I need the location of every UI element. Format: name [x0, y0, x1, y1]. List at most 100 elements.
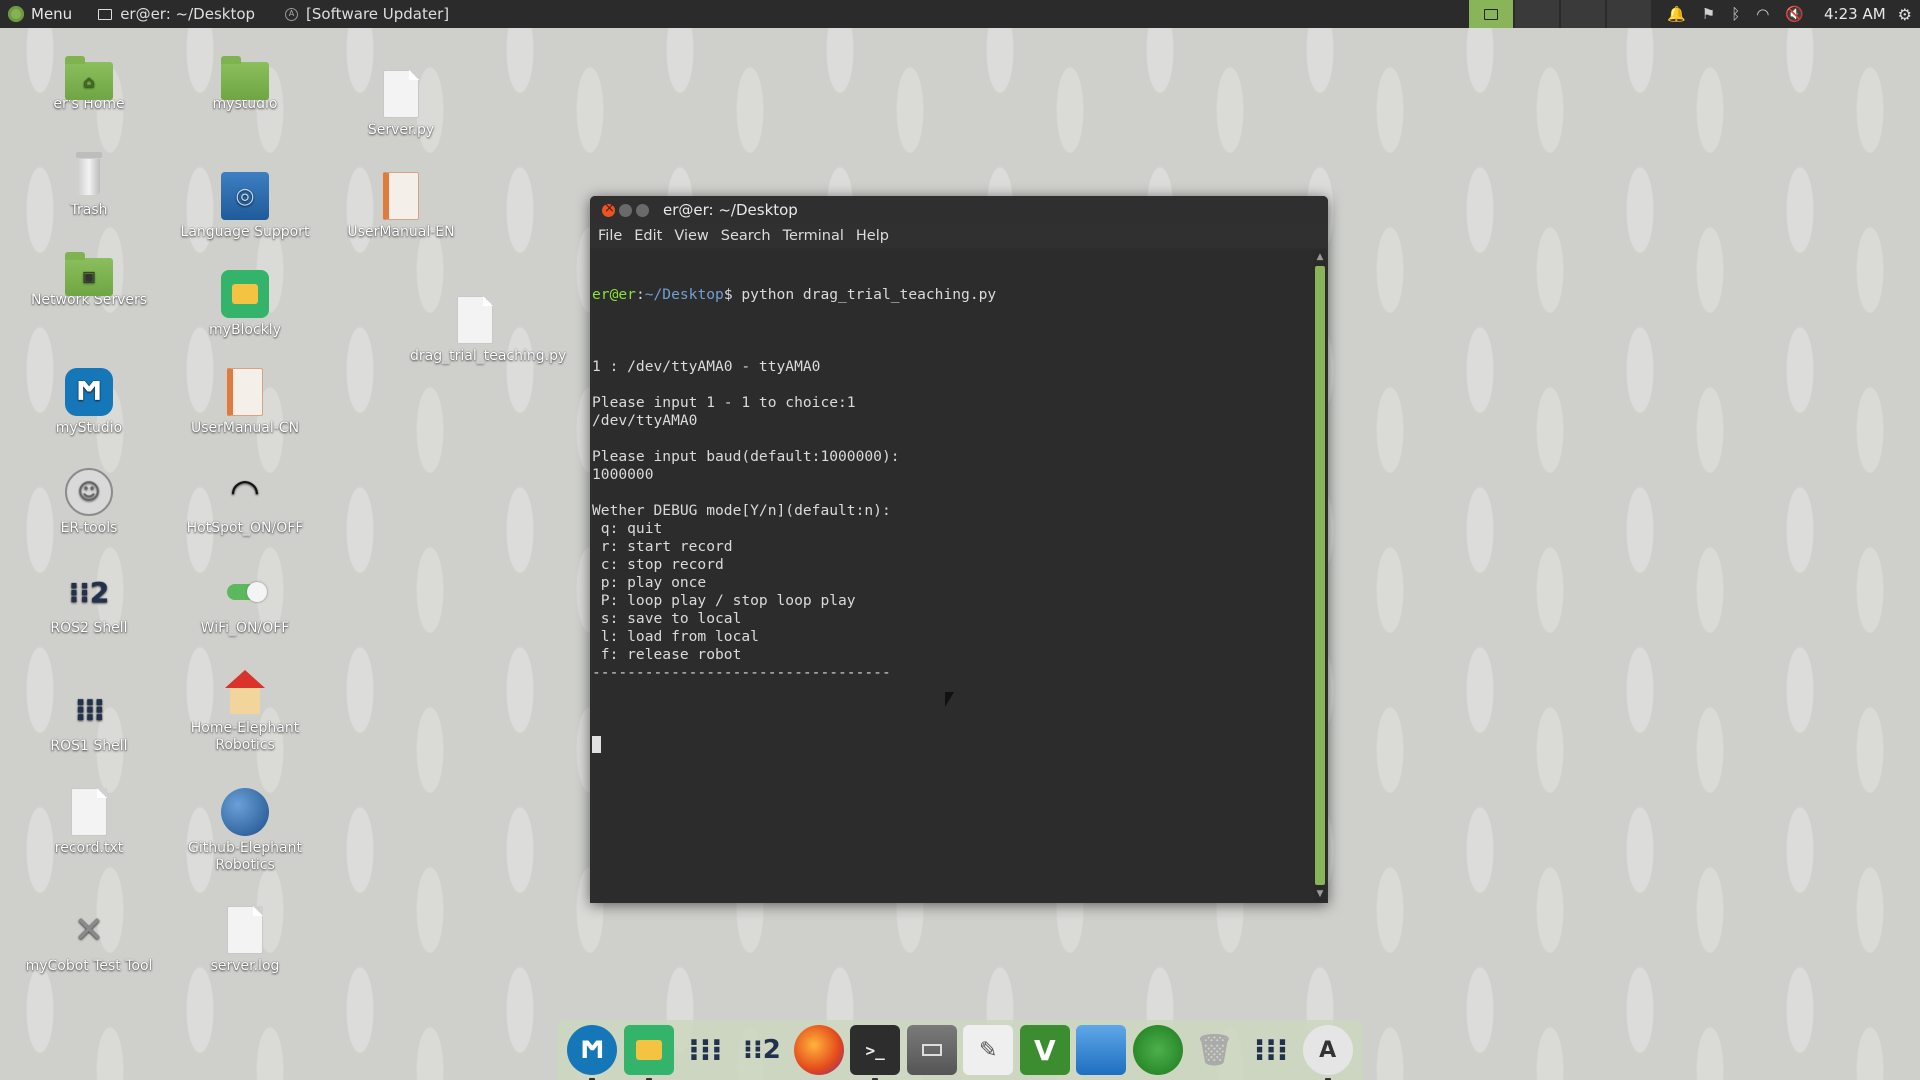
workspace-1[interactable]: [1469, 0, 1514, 28]
minimize-button[interactable]: [619, 203, 632, 217]
desktop-icon-drag-trial-teaching[interactable]: drag_trial_teaching.py: [400, 296, 567, 365]
menu-label: Menu: [31, 5, 73, 23]
terminal-line: f: release robot: [592, 646, 742, 663]
menu-search[interactable]: Search: [721, 228, 771, 244]
document-icon: [383, 172, 419, 220]
dock-window-icon[interactable]: [1076, 1025, 1127, 1075]
dock-firefox-icon[interactable]: [793, 1025, 844, 1075]
dock-ros2-shell-icon[interactable]: ⁝⁝2: [737, 1025, 787, 1075]
desktop-icon-label: drag_trial_teaching.py: [410, 348, 567, 364]
desktop-icon-label: ROS1 Shell: [50, 738, 128, 754]
menu-terminal[interactable]: Terminal: [783, 228, 844, 244]
text-file-icon: [71, 788, 107, 836]
dock-software-updater-icon[interactable]: A: [1302, 1025, 1353, 1080]
desktop-icon-label: ER-tools: [60, 520, 118, 536]
python-file-icon: [383, 70, 419, 118]
desktop-icon-home[interactable]: ⌂ er's Home: [14, 54, 164, 113]
window-title: er@er: ~/Desktop: [663, 201, 798, 219]
wifi-icon[interactable]: ◠: [1756, 5, 1769, 23]
scroll-down-icon[interactable]: ▼: [1314, 887, 1326, 901]
dock-mystudio-icon[interactable]: Ϻ: [567, 1025, 618, 1080]
dock-trash-icon[interactable]: 🗑: [1189, 1025, 1239, 1075]
desktop-icon-mystudio-folder[interactable]: mystudio: [170, 54, 320, 113]
desktop-icon-ros2-shell[interactable]: ⁝⁝2 ROS2 Shell: [14, 568, 164, 637]
prompt-line: er@er:~/Desktop$ python drag_trial_teach…: [592, 286, 1314, 304]
terminal-output[interactable]: er@er:~/Desktop$ python drag_trial_teach…: [592, 250, 1314, 901]
desktop-icon-ros1-shell[interactable]: ⁝⁝⁝ ROS1 Shell: [14, 686, 164, 755]
desktop-icon-network-servers[interactable]: ▣ Network Servers: [14, 250, 164, 309]
desktop-icon-github-elephant[interactable]: Github-Elephant Robotics: [170, 788, 320, 874]
taskbar-item-terminal[interactable]: er@er: ~/Desktop: [86, 0, 273, 28]
menu-view[interactable]: View: [674, 228, 708, 244]
maximize-button[interactable]: [636, 203, 649, 217]
terminal-line: Please input 1 - 1 to choice:1: [592, 394, 856, 411]
desktop-icon-usermanual-en[interactable]: UserManual-EN: [326, 172, 476, 241]
taskbar-item-label: [Software Updater]: [306, 5, 450, 23]
dock-terminal-icon[interactable]: >_: [850, 1025, 901, 1080]
settings-gear-icon[interactable]: ⚙: [1898, 5, 1920, 24]
menu-button[interactable]: Menu: [0, 0, 86, 28]
desktop-icon-label: myBlockly: [209, 322, 281, 338]
desktop-icon-label: WiFi_ON/OFF: [200, 620, 290, 636]
dock-file-manager-icon[interactable]: [906, 1025, 957, 1075]
mystudio-icon: Ϻ: [65, 368, 113, 416]
close-button[interactable]: [602, 201, 615, 217]
menu-file[interactable]: File: [598, 228, 622, 244]
desktop-icon-label: UserManual-EN: [347, 224, 455, 240]
home-folder-icon: ⌂: [65, 56, 113, 100]
wifi-hotspot-icon: ◠: [231, 471, 259, 512]
dock-text-editor-icon[interactable]: ✎: [963, 1025, 1014, 1075]
terminal-menubar: File Edit View Search Terminal Help: [590, 224, 1328, 248]
terminal-line: 1 : /dev/ttyAMA0 - ttyAMA0: [592, 358, 821, 375]
workspace-3[interactable]: [1561, 0, 1606, 28]
desktop-icon-language-support[interactable]: ◎ Language Support: [170, 172, 320, 241]
workspace-2[interactable]: [1515, 0, 1560, 28]
update-icon[interactable]: ⚑: [1702, 5, 1715, 23]
log-file-icon: [227, 906, 263, 954]
desktop-icon-label: server.log: [210, 958, 280, 974]
desktop-icon-label: Language Support: [180, 224, 310, 240]
terminal-titlebar[interactable]: er@er: ~/Desktop: [590, 196, 1328, 224]
toggle-switch-icon: [221, 568, 269, 616]
desktop-icon-usermanual-cn[interactable]: UserManual-CN: [170, 368, 320, 437]
updater-icon: A: [285, 7, 299, 21]
trash-icon: [65, 150, 113, 198]
clock[interactable]: 4:23 AM: [1818, 5, 1898, 23]
ros1-shell-icon: ⁝⁝⁝: [74, 692, 105, 728]
desktop-icon-mycobot-test-tool[interactable]: ✕ myCobot Test Tool: [14, 906, 164, 975]
desktop-icon-hotspot[interactable]: ◠ HotSpot_ON/OFF: [170, 468, 320, 537]
desktop-icon-myblockly[interactable]: myBlockly: [170, 270, 320, 339]
prompt-path: ~/Desktop: [644, 286, 724, 303]
dock-green-circle-icon[interactable]: [1132, 1025, 1183, 1075]
desktop-icon-trash[interactable]: Trash: [14, 150, 164, 219]
workspace-4[interactable]: [1607, 0, 1652, 28]
scroll-up-icon[interactable]: ▲: [1314, 250, 1326, 264]
terminal-line: l: load from local: [592, 628, 759, 645]
language-support-icon: ◎: [221, 172, 269, 220]
volume-muted-icon[interactable]: 🔇: [1785, 5, 1804, 23]
dock: Ϻ ⁝⁝⁝ ⁝⁝2 >_ ✎ V 🗑 ⁝⁝⁝ A: [558, 1020, 1362, 1080]
dock-myblockly-icon[interactable]: [623, 1025, 674, 1080]
terminal-scrollbar[interactable]: ▲ ▼: [1314, 250, 1326, 901]
terminal-line: /dev/ttyAMA0: [592, 412, 698, 429]
dock-ros-shell-icon[interactable]: ⁝⁝⁝: [1246, 1025, 1296, 1075]
desktop-icon-mystudio-app[interactable]: Ϻ myStudio: [14, 368, 164, 437]
bluetooth-icon[interactable]: ᛒ: [1731, 5, 1740, 23]
menu-edit[interactable]: Edit: [634, 228, 662, 244]
desktop-icon-wifi-toggle[interactable]: WiFi_ON/OFF: [170, 568, 320, 637]
desktop-icon-server-py[interactable]: Server.py: [326, 70, 476, 139]
desktop-icon-er-tools[interactable]: ☺ ER-tools: [14, 468, 164, 537]
prompt-user: er@er: [592, 286, 636, 303]
desktop-icon-record-txt[interactable]: record.txt: [14, 788, 164, 857]
menu-help[interactable]: Help: [856, 228, 889, 244]
dock-vim-icon[interactable]: V: [1019, 1025, 1070, 1075]
desktop-icon-server-log[interactable]: server.log: [170, 906, 320, 975]
scrollbar-thumb[interactable]: [1315, 266, 1325, 885]
er-tools-icon: ☺: [65, 468, 113, 516]
taskbar-item-software-updater[interactable]: A [Software Updater]: [273, 0, 467, 28]
desktop-icon-home-elephant[interactable]: Home-Elephant Robotics: [170, 668, 320, 754]
dock-ros1-shell-icon[interactable]: ⁝⁝⁝: [680, 1025, 730, 1075]
notifications-icon[interactable]: 🔔: [1667, 5, 1686, 23]
